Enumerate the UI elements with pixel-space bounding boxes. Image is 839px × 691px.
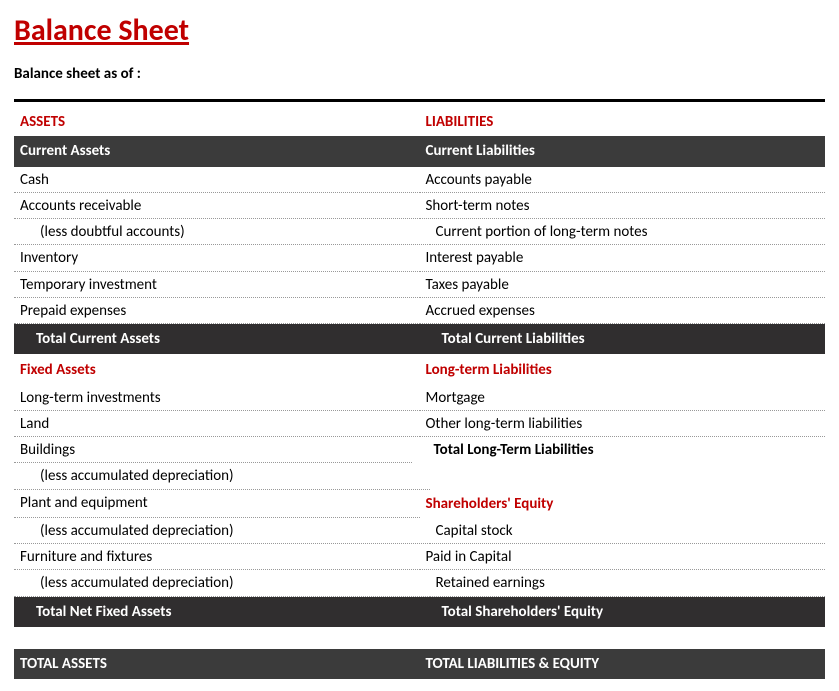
liability-item: Accounts payable bbox=[420, 167, 826, 193]
asset-item: (less accumulated depreciation) bbox=[14, 518, 430, 544]
liability-item: Other long-term liabilities bbox=[420, 411, 826, 437]
total-current-assets: Total Current Assets bbox=[14, 324, 420, 354]
table-row: Inventory Interest payable bbox=[14, 245, 825, 271]
table-row: Plant and equipment Shareholders' Equity bbox=[14, 490, 825, 518]
table-row: Long-term investments Mortgage bbox=[14, 385, 825, 411]
total-current-liabilities: Total Current Liabilities bbox=[420, 324, 826, 354]
equity-item: Capital stock bbox=[430, 518, 826, 544]
shareholders-equity-header: Shareholders' Equity bbox=[420, 490, 826, 518]
current-liabilities-header: Current Liabilities bbox=[420, 136, 826, 166]
asset-item: Temporary investment bbox=[14, 272, 420, 298]
asset-item: Cash bbox=[14, 167, 420, 193]
liability-item: Interest payable bbox=[420, 245, 826, 271]
asset-item: Buildings bbox=[14, 437, 412, 463]
liability-item: Mortgage bbox=[420, 385, 826, 411]
liability-item: Taxes payable bbox=[420, 272, 826, 298]
current-assets-header: Current Assets bbox=[14, 136, 420, 166]
table-row: Cash Accounts payable bbox=[14, 167, 825, 193]
liability-item: Accrued expenses bbox=[420, 298, 826, 324]
asset-item: (less doubtful accounts) bbox=[14, 219, 430, 245]
asset-item: Prepaid expenses bbox=[14, 298, 420, 324]
spacer bbox=[14, 627, 825, 649]
total-assets: TOTAL ASSETS bbox=[14, 649, 420, 679]
top-rule bbox=[14, 99, 825, 102]
asset-item: Long-term investments bbox=[14, 385, 420, 411]
asset-item: Land bbox=[14, 411, 420, 437]
total-shareholders-equity: Total Shareholders' Equity bbox=[420, 597, 826, 627]
asset-item: Accounts receivable bbox=[14, 193, 420, 219]
asset-item: (less accumulated depreciation) bbox=[14, 463, 430, 489]
asset-item: (less accumulated depreciation) bbox=[14, 570, 430, 596]
total-long-term-liabilities: Total Long-Term Liabilities bbox=[412, 437, 826, 463]
table-row: Accounts receivable Short-term notes bbox=[14, 193, 825, 219]
liability-item: Current portion of long-term notes bbox=[430, 219, 826, 245]
fixed-assets-header: Fixed Assets bbox=[14, 354, 420, 384]
table-row: (less accumulated depreciation) Retained… bbox=[14, 570, 825, 596]
table-row: Prepaid expenses Accrued expenses bbox=[14, 298, 825, 324]
asset-item: Furniture and fixtures bbox=[14, 544, 420, 570]
liability-item: Short-term notes bbox=[420, 193, 826, 219]
table-row: (less accumulated depreciation) bbox=[14, 463, 825, 489]
table-row: (less accumulated depreciation) Capital … bbox=[14, 518, 825, 544]
asset-item: Inventory bbox=[14, 245, 420, 271]
asset-item: Plant and equipment bbox=[14, 490, 420, 518]
total-liabilities-equity: TOTAL LIABILITIES & EQUITY bbox=[420, 649, 826, 679]
assets-header: ASSETS bbox=[14, 108, 420, 136]
equity-item: Retained earnings bbox=[430, 570, 826, 596]
table-row: (less doubtful accounts) Current portion… bbox=[14, 219, 825, 245]
table-row: Furniture and fixtures Paid in Capital bbox=[14, 544, 825, 570]
as-of-subtitle: Balance sheet as of : bbox=[14, 65, 825, 83]
long-term-liabilities-header: Long-term Liabilities bbox=[420, 354, 826, 384]
table-row: Buildings Total Long-Term Liabilities bbox=[14, 437, 825, 463]
page-title: Balance Sheet bbox=[14, 12, 825, 49]
equity-item: Paid in Capital bbox=[420, 544, 826, 570]
liabilities-header: LIABILITIES bbox=[420, 108, 826, 136]
table-row: Land Other long-term liabilities bbox=[14, 411, 825, 437]
total-net-fixed-assets: Total Net Fixed Assets bbox=[14, 597, 420, 627]
empty-cell bbox=[430, 463, 826, 489]
table-row: Temporary investment Taxes payable bbox=[14, 272, 825, 298]
